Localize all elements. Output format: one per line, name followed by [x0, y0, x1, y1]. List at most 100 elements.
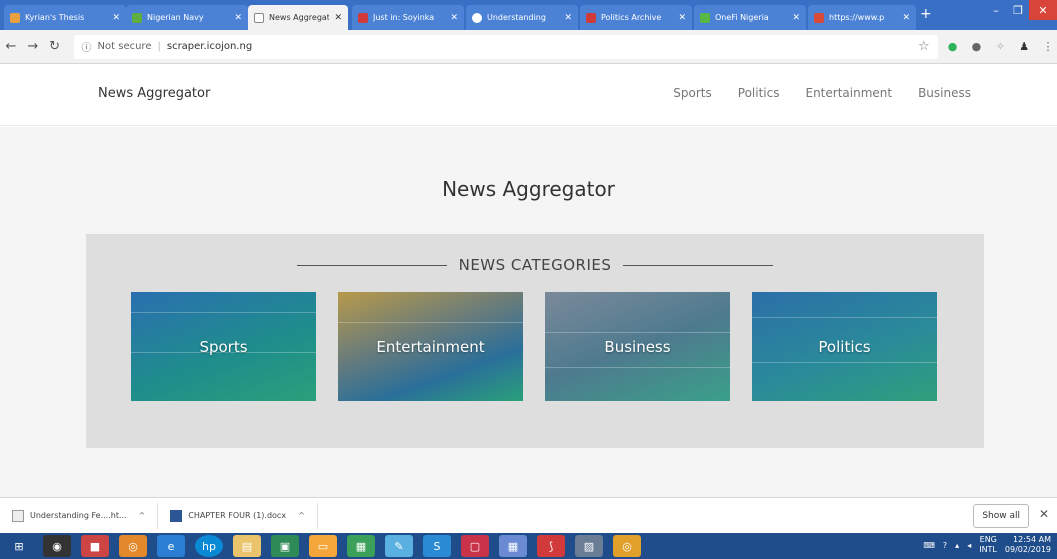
- site-brand[interactable]: News Aggregator: [98, 86, 210, 101]
- category-card-sports[interactable]: Sports: [131, 292, 316, 401]
- tab-kyrians-thesis[interactable]: Kyrian's Thesis ✕: [4, 5, 126, 30]
- card-label: Business: [604, 337, 671, 356]
- circle-icon: [472, 12, 482, 23]
- close-icon[interactable]: ✕: [334, 13, 342, 23]
- categories-heading: NEWS CATEGORIES: [86, 256, 984, 274]
- document-icon: [10, 12, 20, 23]
- minimize-icon[interactable]: –: [985, 0, 1007, 20]
- category-card-business[interactable]: Business: [545, 292, 730, 401]
- tab-politics-archive[interactable]: Politics Archive ✕: [580, 5, 692, 30]
- internet-explorer-icon[interactable]: e: [157, 535, 185, 557]
- tab-nigerian-navy[interactable]: Nigerian Navy ✕: [126, 5, 248, 30]
- browser-toolbar: ← → ↻ ⓘ Not secure | scraper.icojon.ng ☆…: [0, 30, 1057, 64]
- leaf-icon: [700, 12, 710, 23]
- close-icon[interactable]: ✕: [450, 13, 458, 23]
- card-label: Sports: [199, 337, 248, 356]
- tab-just-in-soyinka[interactable]: Just in: Soyinka ✕: [352, 5, 464, 30]
- download-filename: CHAPTER FOUR (1).docx: [188, 511, 287, 520]
- close-icon[interactable]: ✕: [1039, 507, 1049, 521]
- skype-icon[interactable]: S: [423, 535, 451, 557]
- close-icon[interactable]: ✕: [564, 13, 572, 23]
- forward-icon[interactable]: →: [22, 39, 44, 54]
- menu-icon[interactable]: ⋮: [1039, 38, 1057, 56]
- url-text[interactable]: scraper.icojon.ng: [167, 41, 252, 52]
- webcam-icon[interactable]: ◉: [43, 535, 71, 557]
- download-item[interactable]: CHAPTER FOUR (1).docx ^: [158, 502, 318, 529]
- extension-icon[interactable]: ●: [967, 38, 985, 56]
- v-icon: [586, 12, 596, 23]
- windows-start-icon[interactable]: ⊞: [5, 535, 33, 557]
- v-icon: [358, 12, 368, 23]
- nav-business[interactable]: Business: [918, 86, 971, 100]
- language-indicator[interactable]: ENG INTL: [979, 535, 997, 555]
- page-icon: [254, 12, 264, 23]
- photos-icon[interactable]: ▨: [575, 535, 603, 557]
- show-all-button[interactable]: Show all: [973, 504, 1029, 528]
- reload-icon[interactable]: ↻: [44, 39, 66, 54]
- profile-icon[interactable]: ♟: [1015, 38, 1033, 56]
- calculator-icon[interactable]: ▦: [499, 535, 527, 557]
- nav-entertainment[interactable]: Entertainment: [805, 86, 892, 100]
- chrome-icon[interactable]: ◎: [119, 535, 147, 557]
- media-icon[interactable]: ■: [81, 535, 109, 557]
- page-title: News Aggregator: [442, 177, 615, 201]
- word-file-icon: [170, 509, 183, 522]
- category-card-politics[interactable]: Politics: [752, 292, 937, 401]
- close-icon[interactable]: ✕: [678, 13, 686, 23]
- tab-onefi-nigeria[interactable]: OneFi Nigeria ✕: [694, 5, 806, 30]
- nav-sports[interactable]: Sports: [673, 86, 711, 100]
- file-explorer-icon[interactable]: ▤: [233, 535, 261, 557]
- paint-icon[interactable]: ✎: [385, 535, 413, 557]
- category-cards: Sports Entertainment Business Politics: [131, 292, 937, 401]
- navy-icon: [132, 12, 142, 23]
- security-label: Not secure: [97, 41, 152, 52]
- categories-heading-text: NEWS CATEGORIES: [458, 256, 612, 274]
- folder-icon[interactable]: ▭: [309, 535, 337, 557]
- address-bar[interactable]: ⓘ Not secure | scraper.icojon.ng ☆: [73, 34, 938, 59]
- help-icon[interactable]: ?: [943, 541, 947, 550]
- puzzle-icon[interactable]: ✧: [991, 38, 1009, 56]
- clock[interactable]: 12:54 AM 09/02/2019: [1005, 535, 1051, 555]
- hp-icon[interactable]: hp: [195, 535, 223, 557]
- store-icon[interactable]: ▣: [271, 535, 299, 557]
- app-icon[interactable]: ▢: [461, 535, 489, 557]
- mail-icon: [814, 12, 824, 23]
- chevron-up-icon[interactable]: ^: [139, 511, 146, 520]
- download-bar: Understanding Fe....ht... ^ CHAPTER FOUR…: [0, 497, 1057, 533]
- chevron-up-icon[interactable]: ^: [298, 511, 305, 520]
- close-icon[interactable]: ✕: [792, 13, 800, 23]
- main-content: News Aggregator NEWS CATEGORIES Sports E…: [0, 127, 1057, 497]
- network-icon[interactable]: ▴: [955, 541, 959, 550]
- download-filename: Understanding Fe....ht...: [30, 511, 127, 520]
- nav-politics[interactable]: Politics: [738, 86, 780, 100]
- volume-icon[interactable]: ◂: [967, 541, 971, 550]
- back-icon[interactable]: ←: [0, 39, 22, 54]
- maximize-icon[interactable]: ❐: [1007, 0, 1029, 20]
- chrome-active-icon[interactable]: ◎: [613, 535, 641, 557]
- star-icon[interactable]: ☆: [918, 39, 930, 54]
- grammarly-icon[interactable]: ●: [944, 38, 962, 56]
- windows-taskbar: ⊞ ◉ ■ ◎ e hp ▤ ▣ ▭ ▦ ✎ S ▢ ▦ ⟆ ▨ ◎ ⌨ ? ▴…: [0, 533, 1057, 559]
- pdf-icon[interactable]: ⟆: [537, 535, 565, 557]
- new-tab-button[interactable]: +: [920, 6, 932, 22]
- close-icon[interactable]: ✕: [112, 13, 120, 23]
- file-icon: [12, 509, 24, 522]
- download-item[interactable]: Understanding Fe....ht... ^: [0, 502, 159, 529]
- keyboard-icon[interactable]: ⌨: [923, 541, 935, 550]
- info-icon[interactable]: ⓘ: [82, 39, 92, 54]
- address-separator: |: [157, 41, 161, 52]
- category-card-entertainment[interactable]: Entertainment: [338, 292, 523, 401]
- browser-tab-strip: Kyrian's Thesis ✕ Nigerian Navy ✕ News A…: [0, 0, 1057, 30]
- categories-panel: NEWS CATEGORIES Sports Entertainment Bus…: [86, 234, 984, 448]
- card-label: Politics: [818, 337, 871, 356]
- excel-icon[interactable]: ▦: [347, 535, 375, 557]
- site-header: News Aggregator Sports Politics Entertai…: [0, 64, 1057, 126]
- tab-https-www[interactable]: https://www.p ✕: [808, 5, 916, 30]
- system-tray: ⌨ ? ▴ ◂ ENG INTL 12:54 AM 09/02/2019: [923, 535, 1051, 555]
- tab-news-aggregator[interactable]: News Aggregat ✕: [248, 5, 348, 30]
- close-window-icon[interactable]: ✕: [1029, 0, 1057, 20]
- close-icon[interactable]: ✕: [902, 13, 910, 23]
- card-label: Entertainment: [376, 337, 485, 356]
- tab-understanding[interactable]: Understanding ✕: [466, 5, 578, 30]
- close-icon[interactable]: ✕: [234, 13, 242, 23]
